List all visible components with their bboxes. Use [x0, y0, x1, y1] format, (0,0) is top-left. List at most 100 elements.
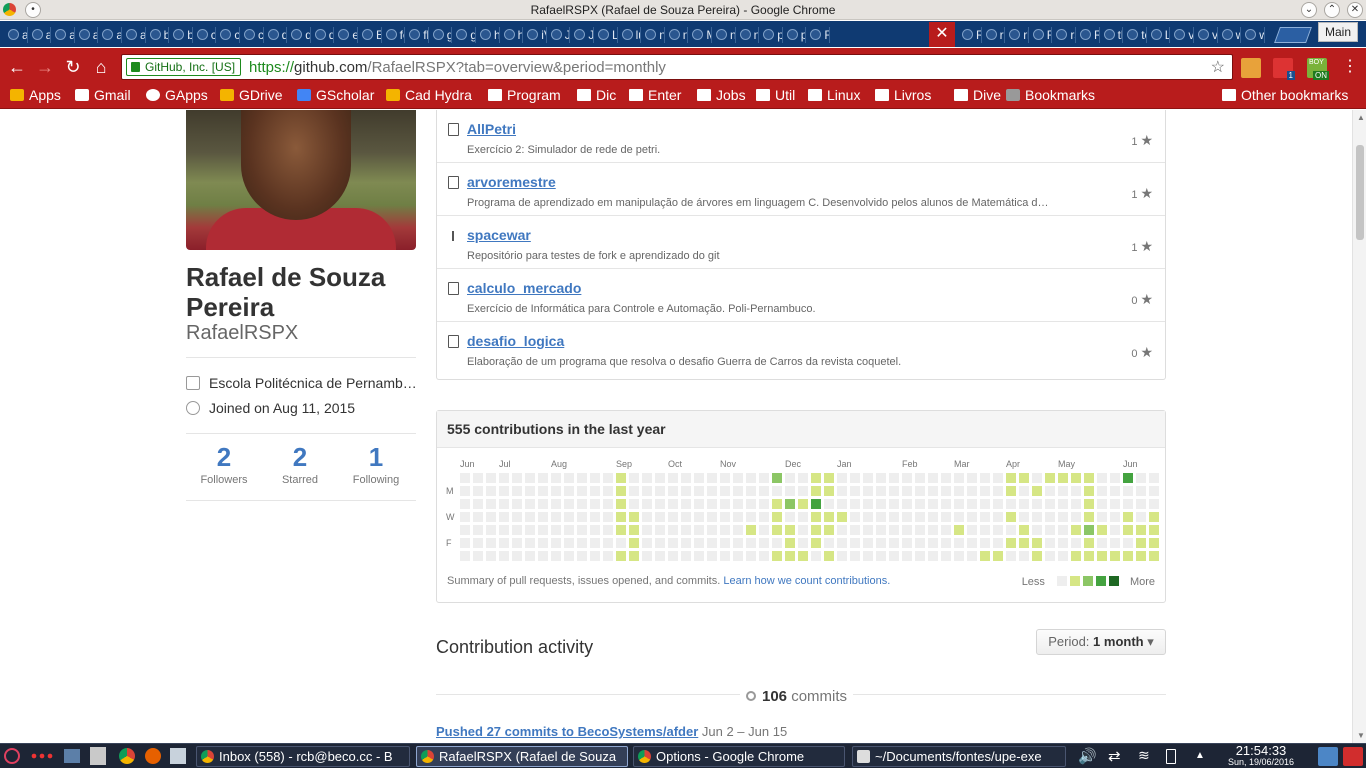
contribution-day-cell[interactable]	[1071, 512, 1081, 522]
contribution-day-cell[interactable]	[928, 499, 938, 509]
contribution-day-cell[interactable]	[642, 525, 652, 535]
contribution-day-cell[interactable]	[772, 551, 782, 561]
contribution-day-cell[interactable]	[811, 551, 821, 561]
home-icon[interactable]: ⌂	[90, 56, 112, 78]
contribution-day-cell[interactable]	[1032, 551, 1042, 561]
bookmark-item[interactable]: Livros	[875, 87, 931, 107]
contribution-day-cell[interactable]	[1045, 525, 1055, 535]
contribution-day-cell[interactable]	[746, 512, 756, 522]
contribution-day-cell[interactable]	[1149, 473, 1159, 483]
back-icon[interactable]: ←	[6, 56, 28, 78]
bookmark-item[interactable]: Dic	[577, 87, 616, 107]
tray-arrow-icon[interactable]: ▲	[1195, 750, 1205, 768]
contribution-day-cell[interactable]	[694, 512, 704, 522]
contribution-day-cell[interactable]	[1071, 525, 1081, 535]
contribution-day-cell[interactable]	[1058, 473, 1068, 483]
contribution-day-cell[interactable]	[1019, 551, 1029, 561]
contribution-day-cell[interactable]	[1058, 551, 1068, 561]
contribution-day-cell[interactable]	[473, 538, 483, 548]
contribution-day-cell[interactable]	[551, 499, 561, 509]
contribution-day-cell[interactable]	[863, 473, 873, 483]
contribution-day-cell[interactable]	[525, 551, 535, 561]
contribution-day-cell[interactable]	[785, 473, 795, 483]
contribution-day-cell[interactable]	[811, 486, 821, 496]
contribution-day-cell[interactable]	[954, 538, 964, 548]
contribution-day-cell[interactable]	[720, 499, 730, 509]
contribution-day-cell[interactable]	[460, 525, 470, 535]
contribution-day-cell[interactable]	[850, 499, 860, 509]
contribution-day-cell[interactable]	[915, 525, 925, 535]
contribution-day-cell[interactable]	[1084, 512, 1094, 522]
contribution-day-cell[interactable]	[707, 551, 717, 561]
contribution-day-cell[interactable]	[1032, 473, 1042, 483]
contribution-day-cell[interactable]	[941, 538, 951, 548]
contribution-day-cell[interactable]	[512, 499, 522, 509]
contribution-day-cell[interactable]	[1123, 538, 1133, 548]
browser-tab[interactable]: R	[1076, 23, 1100, 47]
contribution-day-cell[interactable]	[1058, 486, 1068, 496]
contribution-day-cell[interactable]	[512, 525, 522, 535]
repo-name-link[interactable]: spacewar	[467, 227, 531, 243]
contribution-day-cell[interactable]	[473, 486, 483, 496]
contribution-day-cell[interactable]	[941, 512, 951, 522]
contribution-day-cell[interactable]	[577, 538, 587, 548]
contribution-day-cell[interactable]	[577, 486, 587, 496]
contribution-day-cell[interactable]	[967, 486, 977, 496]
contribution-day-cell[interactable]	[954, 525, 964, 535]
contribution-day-cell[interactable]	[850, 551, 860, 561]
contribution-day-cell[interactable]	[1006, 551, 1016, 561]
contribution-day-cell[interactable]	[512, 538, 522, 548]
contribution-day-cell[interactable]	[1058, 525, 1068, 535]
contribution-day-cell[interactable]	[876, 538, 886, 548]
contribution-day-cell[interactable]	[733, 499, 743, 509]
contribution-day-cell[interactable]	[954, 551, 964, 561]
calculator-icon[interactable]	[170, 748, 186, 764]
contribution-day-cell[interactable]	[720, 525, 730, 535]
contribution-day-cell[interactable]	[642, 486, 652, 496]
contribution-day-cell[interactable]	[460, 551, 470, 561]
bookmark-item[interactable]: Linux	[808, 87, 860, 107]
browser-tab[interactable]: n	[665, 23, 689, 47]
contribution-day-cell[interactable]	[577, 512, 587, 522]
contribution-day-cell[interactable]	[1110, 551, 1120, 561]
contribution-day-cell[interactable]	[928, 486, 938, 496]
contribution-day-cell[interactable]	[902, 486, 912, 496]
contribution-day-cell[interactable]	[707, 512, 717, 522]
contribution-day-cell[interactable]	[616, 538, 626, 548]
contribution-day-cell[interactable]	[824, 499, 834, 509]
contribution-day-cell[interactable]	[1045, 551, 1055, 561]
browser-tab[interactable]: v	[1194, 23, 1218, 47]
contribution-day-cell[interactable]	[473, 473, 483, 483]
contribution-day-cell[interactable]	[1032, 486, 1042, 496]
contribution-day-cell[interactable]	[1136, 499, 1146, 509]
contribution-day-cell[interactable]	[1136, 551, 1146, 561]
browser-tab[interactable]: h	[500, 23, 524, 47]
contribution-day-cell[interactable]	[1136, 473, 1146, 483]
contribution-day-cell[interactable]	[824, 512, 834, 522]
contribution-day-cell[interactable]	[707, 525, 717, 535]
repo-stars[interactable]: 0 ★	[1131, 291, 1153, 308]
contribution-day-cell[interactable]	[1097, 473, 1107, 483]
contribution-day-cell[interactable]	[707, 473, 717, 483]
contribution-day-cell[interactable]	[746, 499, 756, 509]
bookmark-item[interactable]: Gmail	[75, 87, 131, 107]
contribution-day-cell[interactable]	[798, 525, 808, 535]
contribution-day-cell[interactable]	[590, 525, 600, 535]
bookmark-item[interactable]: Jobs	[697, 87, 746, 107]
browser-tab[interactable]: d	[311, 23, 335, 47]
maximize-button[interactable]: ⌃	[1324, 2, 1340, 18]
contribution-day-cell[interactable]	[1149, 512, 1159, 522]
contribution-day-cell[interactable]	[1110, 512, 1120, 522]
contribution-day-cell[interactable]	[473, 512, 483, 522]
contribution-day-cell[interactable]	[655, 473, 665, 483]
contribution-day-cell[interactable]	[603, 525, 613, 535]
contribution-day-cell[interactable]	[577, 525, 587, 535]
contribution-day-cell[interactable]	[616, 499, 626, 509]
contribution-day-cell[interactable]	[759, 551, 769, 561]
contribution-day-cell[interactable]	[512, 551, 522, 561]
contribution-day-cell[interactable]	[707, 486, 717, 496]
dots-icon[interactable]	[30, 752, 54, 760]
taskbar-window-button[interactable]: RafaelRSPX (Rafael de Souza	[416, 746, 628, 767]
contribution-day-cell[interactable]	[824, 538, 834, 548]
contribution-day-cell[interactable]	[811, 538, 821, 548]
